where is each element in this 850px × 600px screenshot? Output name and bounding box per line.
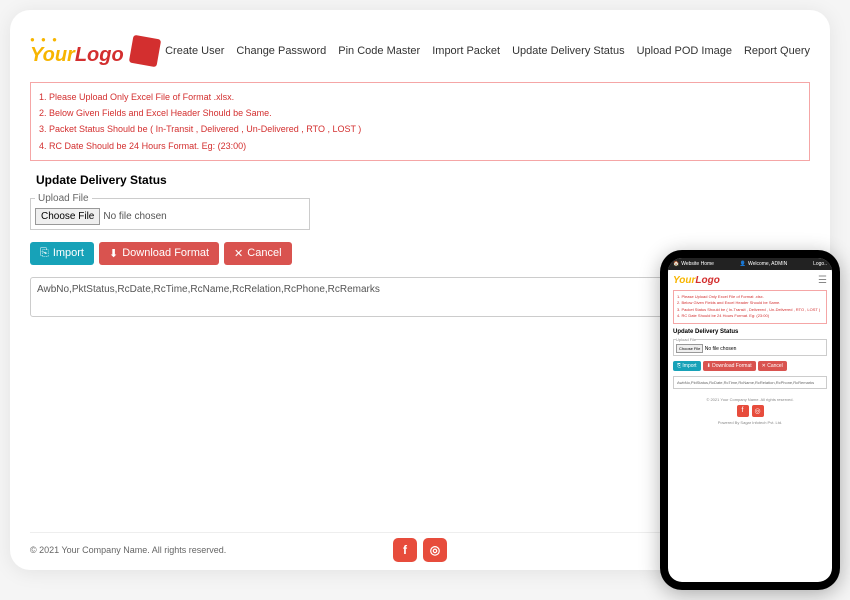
hamburger-icon[interactable]: ☰ [818, 275, 827, 286]
phone-welcome: 👤 Welcome, ADMIN [740, 261, 788, 267]
nav-update-delivery-status[interactable]: Update Delivery Status [512, 45, 625, 57]
main-nav: Create User Change Password Pin Code Mas… [165, 45, 810, 57]
cancel-icon: ✕ [234, 247, 243, 260]
file-chosen-text: No file chosen [103, 211, 166, 222]
phone-import-button[interactable]: ⎘ Import [673, 361, 701, 371]
phone-footer: © 2021 Your Company Name. All rights res… [673, 397, 827, 425]
section-title: Update Delivery Status [36, 173, 810, 187]
instruction-line: 1. Please Upload Only Excel File of Form… [39, 89, 801, 105]
phone-facebook-icon[interactable]: f [737, 405, 749, 417]
phone-section-title: Update Delivery Status [673, 329, 827, 335]
import-icon: ⎘ [40, 247, 49, 260]
nav-create-user[interactable]: Create User [165, 45, 224, 57]
instruction-line: 4. RC Date Should be 24 Hours Format. Eg… [39, 138, 801, 154]
download-format-button[interactable]: ⬇Download Format [99, 242, 219, 265]
header: ● ● ● YourLogo Create User Change Passwo… [30, 30, 810, 82]
phone-home-link[interactable]: 🏠 Website Home [673, 261, 714, 267]
phone-buttons: ⎘ Import ⬇ Download Format ✕ Cancel [673, 361, 827, 371]
file-input[interactable]: Choose File No file chosen [35, 208, 305, 225]
logo[interactable]: ● ● ● YourLogo [30, 35, 159, 67]
phone-textarea[interactable]: AwbNo,PktStatus,RcDate,RcTime,RcName,RcR… [673, 376, 827, 389]
upload-fieldset: Upload File Choose File No file chosen [30, 193, 310, 230]
instructions-box: 1. Please Upload Only Excel File of Form… [30, 82, 810, 161]
upload-legend: Upload File [35, 193, 92, 204]
phone-cancel-button[interactable]: ✕ Cancel [758, 361, 787, 371]
instagram-icon[interactable]: ◎ [423, 538, 447, 562]
nav-import-packet[interactable]: Import Packet [432, 45, 500, 57]
phone-upload-fieldset: Upload File Choose File No file chosen [673, 337, 827, 356]
nav-report-query[interactable]: Report Query [744, 45, 810, 57]
phone-instagram-icon[interactable]: ◎ [752, 405, 764, 417]
phone-logout[interactable]: Logo.. [813, 261, 827, 267]
phone-screen: 🏠 Website Home 👤 Welcome, ADMIN Logo.. Y… [668, 258, 832, 582]
import-button[interactable]: ⎘Import [30, 242, 94, 265]
cancel-button[interactable]: ✕Cancel [224, 242, 291, 265]
facebook-icon[interactable]: f [393, 538, 417, 562]
download-icon: ⬇ [109, 247, 118, 260]
logo-dots: ● ● ● [30, 35, 124, 44]
nav-change-password[interactable]: Change Password [236, 45, 326, 57]
nav-upload-pod-image[interactable]: Upload POD Image [637, 45, 732, 57]
instruction-line: 2. Below Given Fields and Excel Header S… [39, 105, 801, 121]
phone-topbar: 🏠 Website Home 👤 Welcome, ADMIN Logo.. [668, 258, 832, 270]
choose-file-button[interactable]: Choose File [35, 208, 100, 225]
instruction-line: 3. Packet Status Should be ( In-Transit … [39, 121, 801, 137]
phone-instructions: 1. Please Upload Only Excel File of Form… [673, 290, 827, 324]
phone-mockup: 🏠 Website Home 👤 Welcome, ADMIN Logo.. Y… [660, 250, 840, 590]
phone-choose-file[interactable]: Choose File [676, 344, 703, 353]
nav-pin-code-master[interactable]: Pin Code Master [338, 45, 420, 57]
social-links: f ◎ [393, 538, 447, 562]
copyright: © 2021 Your Company Name. All rights res… [30, 545, 226, 555]
phone-logo[interactable]: YourLogo [673, 275, 720, 286]
phone-download-button[interactable]: ⬇ Download Format [703, 361, 756, 371]
logo-box-icon [128, 35, 160, 67]
